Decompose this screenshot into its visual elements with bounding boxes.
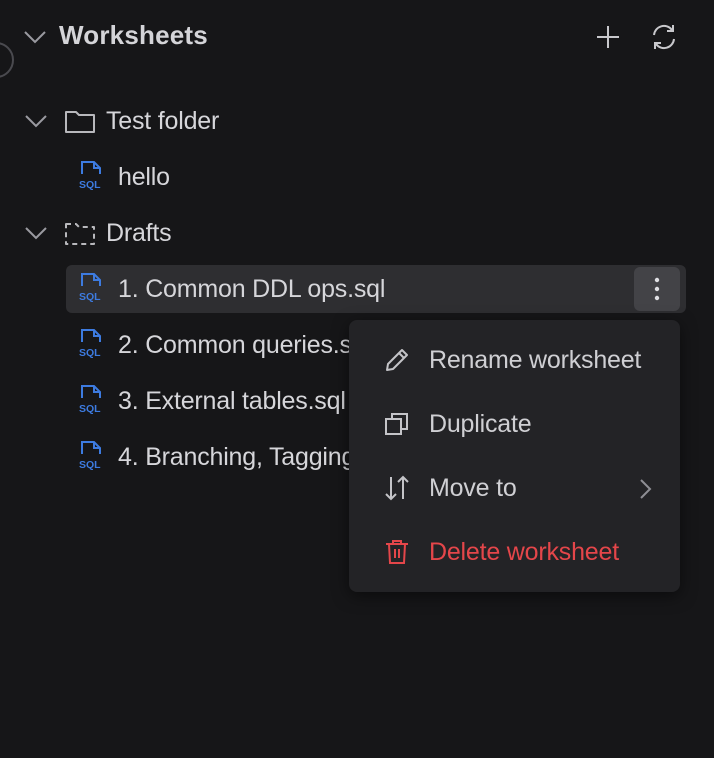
panel-title: Worksheets	[59, 20, 208, 50]
context-menu: Rename worksheet Duplicate Move to Delet…	[349, 320, 680, 592]
sql-file-icon: SQL	[78, 440, 108, 475]
svg-text:SQL: SQL	[79, 459, 101, 470]
trash-icon	[383, 538, 411, 566]
sql-file-icon: SQL	[78, 328, 108, 363]
worksheet-item-selected[interactable]: SQL 1. Common DDL ops.sql	[66, 265, 686, 313]
folder-test-folder[interactable]: Test folder	[20, 97, 680, 145]
menu-item-label: Delete worksheet	[429, 537, 619, 566]
chevron-down-icon[interactable]	[20, 108, 52, 134]
worksheets-panel: Worksheets Test folder SQL hello Drafts …	[0, 0, 714, 758]
folder-drafts[interactable]: Drafts	[20, 209, 680, 257]
chevron-right-icon	[638, 478, 652, 505]
more-options-button[interactable]	[634, 267, 680, 311]
worksheet-name: 1. Common DDL ops.sql	[118, 274, 386, 303]
menu-item-label: Rename worksheet	[429, 345, 642, 374]
menu-item-label: Move to	[429, 473, 517, 502]
refresh-icon	[653, 24, 675, 50]
worksheet-name: hello	[118, 162, 170, 191]
worksheet-name: 3. External tables.sql	[118, 386, 346, 415]
rename-worksheet-menu-item[interactable]: Rename worksheet	[349, 332, 680, 388]
sort-arrows-icon	[383, 474, 411, 502]
folder-name: Drafts	[106, 218, 172, 247]
chevron-down-icon[interactable]	[22, 24, 48, 55]
worksheet-name: 4. Branching, Tagging	[118, 442, 356, 471]
svg-text:SQL: SQL	[79, 291, 101, 302]
sql-file-icon: SQL	[78, 272, 108, 307]
worksheet-item[interactable]: SQL hello	[66, 153, 686, 201]
sql-file-icon: SQL	[78, 384, 108, 419]
drafts-folder-icon	[64, 220, 96, 246]
worksheet-name: 2. Common queries.s	[118, 330, 352, 359]
chevron-down-icon[interactable]	[20, 220, 52, 246]
folder-name: Test folder	[106, 106, 220, 135]
duplicate-icon	[383, 410, 411, 438]
sql-file-icon: SQL	[78, 160, 108, 195]
add-worksheet-button[interactable]	[593, 22, 623, 52]
worksheets-header: Worksheets	[20, 18, 690, 56]
svg-text:SQL: SQL	[79, 179, 101, 190]
move-to-menu-item[interactable]: Move to	[349, 460, 680, 516]
folder-icon	[64, 108, 96, 134]
svg-text:SQL: SQL	[79, 403, 101, 414]
menu-item-label: Duplicate	[429, 409, 532, 438]
svg-text:SQL: SQL	[79, 347, 101, 358]
refresh-button[interactable]	[649, 22, 679, 52]
duplicate-menu-item[interactable]: Duplicate	[349, 396, 680, 452]
delete-worksheet-menu-item[interactable]: Delete worksheet	[349, 524, 680, 580]
pencil-icon	[383, 346, 411, 374]
collapse-handle[interactable]	[0, 42, 14, 78]
plus-icon	[597, 26, 619, 48]
vertical-dots-icon	[654, 277, 660, 301]
